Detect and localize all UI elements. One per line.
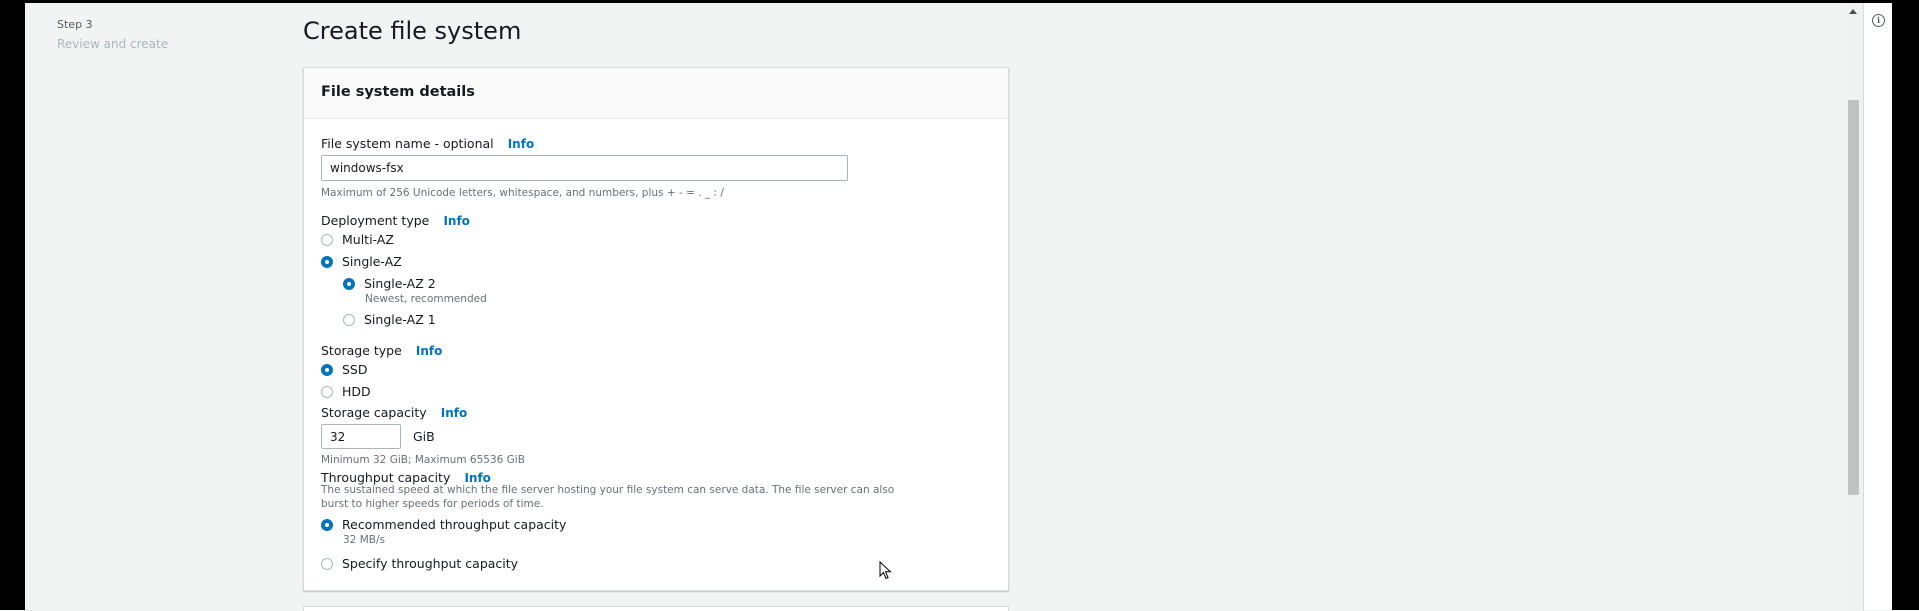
radio-multi-az[interactable]: Multi-AZ <box>321 232 394 247</box>
help-panel-rail: i <box>1863 3 1893 610</box>
deployment-type-label: Deployment type <box>321 213 430 228</box>
radio-hdd-label: HDD <box>342 384 371 399</box>
fs-name-label: File system name - optional <box>321 136 494 151</box>
radio-multi-az-control[interactable] <box>321 233 333 246</box>
step-title-review[interactable]: Review and create <box>57 37 168 51</box>
wizard-steps: Step 3 Review and create <box>57 18 168 51</box>
storage-capacity-hint: Minimum 32 GiB; Maximum 65536 GiB <box>321 454 525 466</box>
storage-capacity-unit: GiB <box>413 429 435 444</box>
deployment-type-label-row: Deployment type Info <box>321 210 470 229</box>
scrollbar-thumb[interactable] <box>1848 100 1859 495</box>
storage-capacity-label: Storage capacity <box>321 405 427 420</box>
recommended-throughput-description: 32 MB/s <box>343 534 385 546</box>
radio-hdd-control[interactable] <box>321 385 333 398</box>
throughput-description-line-2: burst to higher speeds for periods of ti… <box>321 498 544 510</box>
radio-single-az-2[interactable]: Single-AZ 2 <box>343 276 436 291</box>
page-scrollbar[interactable] <box>1845 3 1862 610</box>
info-circle-icon[interactable]: i <box>1872 14 1885 27</box>
fs-name-hint: Maximum of 256 Unicode letters, whitespa… <box>321 187 724 199</box>
storage-capacity-input[interactable]: 32 <box>321 424 401 449</box>
next-panel-edge <box>303 606 1009 611</box>
throughput-info-link[interactable]: Info <box>464 471 490 485</box>
arrow-up-icon[interactable] <box>1849 9 1857 14</box>
screen-frame-left <box>0 0 25 610</box>
storage-capacity-label-row: Storage capacity Info <box>321 402 467 421</box>
file-system-details-panel: File system details File system name - o… <box>303 67 1009 591</box>
storage-capacity-value: 32 <box>330 429 346 444</box>
panel-header: File system details <box>304 68 1008 119</box>
radio-ssd[interactable]: SSD <box>321 362 368 377</box>
radio-single-az-label: Single-AZ <box>342 254 402 269</box>
storage-capacity-info-link[interactable]: Info <box>441 406 467 420</box>
storage-type-info-link[interactable]: Info <box>416 344 442 358</box>
deployment-type-info-link[interactable]: Info <box>443 214 469 228</box>
fs-name-info-link[interactable]: Info <box>508 137 534 151</box>
radio-single-az[interactable]: Single-AZ <box>321 254 402 269</box>
page-title: Create file system <box>303 17 522 45</box>
radio-single-az-2-control[interactable] <box>343 277 355 290</box>
radio-specify-throughput-label: Specify throughput capacity <box>342 556 519 571</box>
mouse-pointer-icon <box>879 561 892 580</box>
fs-name-input[interactable]: windows-fsx <box>321 155 848 181</box>
screen-frame-top <box>0 0 1919 3</box>
radio-single-az-1-label: Single-AZ 1 <box>364 312 436 327</box>
radio-multi-az-label: Multi-AZ <box>342 232 394 247</box>
throughput-description-line-1: The sustained speed at which the file se… <box>321 484 895 496</box>
radio-single-az-control[interactable] <box>321 255 333 268</box>
throughput-label: Throughput capacity <box>321 470 451 485</box>
radio-ssd-label: SSD <box>342 362 368 377</box>
single-az-2-description: Newest, recommended <box>365 293 487 305</box>
radio-recommended-throughput-label: Recommended throughput capacity <box>342 517 567 532</box>
fs-name-label-row: File system name - optional Info <box>321 133 534 152</box>
fs-name-value: windows-fsx <box>330 161 404 175</box>
radio-specify-throughput[interactable]: Specify throughput capacity <box>321 556 518 571</box>
radio-single-az-2-label: Single-AZ 2 <box>364 276 436 291</box>
radio-single-az-1-control[interactable] <box>343 313 355 326</box>
radio-ssd-control[interactable] <box>321 363 333 376</box>
storage-type-label-row: Storage type Info <box>321 340 442 359</box>
screen-frame-right <box>1892 0 1919 610</box>
radio-recommended-throughput[interactable]: Recommended throughput capacity <box>321 517 566 532</box>
radio-specify-throughput-control[interactable] <box>321 557 333 570</box>
radio-hdd[interactable]: HDD <box>321 384 371 399</box>
step-number: Step 3 <box>57 18 93 31</box>
radio-recommended-throughput-control[interactable] <box>321 518 333 531</box>
storage-type-label: Storage type <box>321 343 402 358</box>
panel-title: File system details <box>321 84 475 100</box>
radio-single-az-1[interactable]: Single-AZ 1 <box>343 312 436 327</box>
